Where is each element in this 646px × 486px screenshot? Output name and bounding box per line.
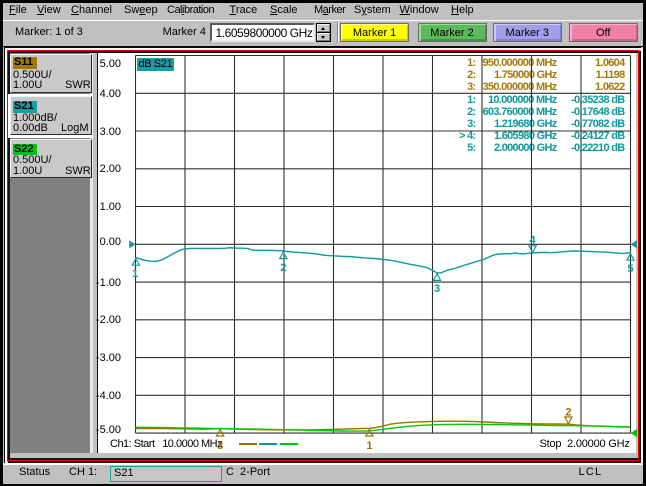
svg-text:2: 2 [565, 407, 571, 419]
svg-text:3: 3 [434, 283, 440, 295]
svg-text:4: 4 [530, 235, 537, 247]
svg-text:1: 1 [366, 440, 372, 452]
svg-text:5: 5 [627, 263, 633, 275]
svg-text:2: 2 [280, 262, 286, 274]
svg-text:1: 1 [132, 268, 138, 280]
svg-text:3: 3 [217, 440, 223, 452]
